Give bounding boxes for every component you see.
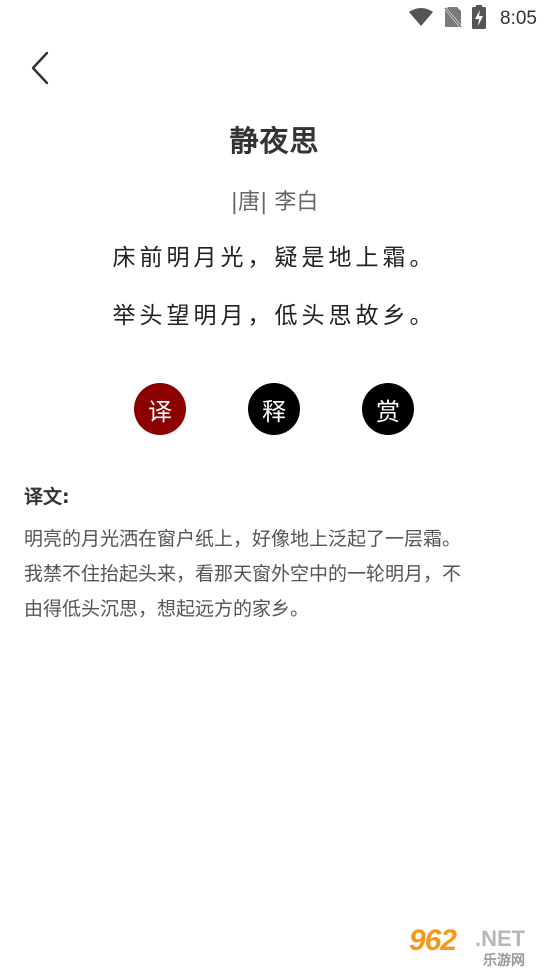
status-bar: 8:05 bbox=[0, 0, 549, 38]
poem-line: 举头望明月，低头思故乡。 bbox=[112, 303, 437, 329]
watermark-logo: 962 .NET 乐游网 bbox=[409, 924, 541, 970]
annotate-button-label: 释 bbox=[262, 397, 286, 426]
chevron-left-icon bbox=[29, 51, 51, 89]
translation-line: 我禁不住抬起头来，看那天窗外空中的一轮明月，不 bbox=[24, 563, 462, 585]
action-buttons: 译 释 赏 bbox=[0, 383, 549, 435]
watermark-number: 962 bbox=[409, 924, 457, 957]
translation-line: 由得低头沉思，想起远方的家乡。 bbox=[24, 598, 310, 620]
translation-heading: 译文: bbox=[24, 486, 70, 508]
watermark-domain: .NET bbox=[475, 926, 526, 951]
wifi-icon bbox=[408, 7, 434, 31]
status-icons: 8:05 bbox=[408, 5, 537, 33]
status-time: 8:05 bbox=[500, 8, 537, 29]
translate-button-label: 译 bbox=[148, 397, 172, 426]
poem-author-dynasty: |唐| 李白 bbox=[230, 190, 319, 215]
translate-button[interactable]: 译 bbox=[134, 383, 186, 435]
appreciate-button[interactable]: 赏 bbox=[362, 383, 414, 435]
no-sim-icon bbox=[444, 6, 462, 32]
battery-charging-icon bbox=[472, 5, 487, 33]
appreciate-button-label: 赏 bbox=[376, 397, 400, 426]
back-button[interactable] bbox=[22, 50, 58, 90]
translation-text: 明亮的月光洒在窗户纸上，好像地上泛起了一层霜。 我禁不住抬起头来，看那天窗外空中… bbox=[24, 522, 524, 627]
translation-line: 明亮的月光洒在窗户纸上，好像地上泛起了一层霜。 bbox=[24, 528, 462, 550]
annotate-button[interactable]: 释 bbox=[248, 383, 300, 435]
watermark-cn: 乐游网 bbox=[483, 953, 525, 969]
poem-title: 静夜思 bbox=[229, 124, 320, 158]
poem-line: 床前明月光，疑是地上霜。 bbox=[112, 245, 437, 271]
